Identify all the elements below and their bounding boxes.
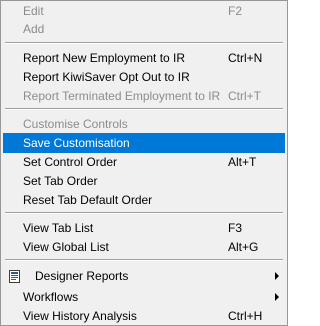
menu-item-label: Save Customisation bbox=[23, 136, 130, 150]
menu-item-set-control-order[interactable]: Set Control Order Alt+T bbox=[3, 152, 285, 172]
menu-item-label: Workflows bbox=[23, 290, 79, 304]
menu-item-label: View History Analysis bbox=[23, 309, 137, 323]
menu-item-add[interactable]: Add bbox=[3, 19, 285, 39]
menu-item-label: View Global List bbox=[23, 240, 109, 254]
menu-separator bbox=[5, 42, 283, 44]
menu-item-label: Report Terminated Employment to IR bbox=[23, 89, 221, 103]
menu-item-label: Edit bbox=[23, 4, 44, 18]
menu-item-save-customisation[interactable]: Save Customisation bbox=[3, 133, 285, 153]
menu-item-workflows[interactable]: Workflows bbox=[3, 287, 285, 307]
menu-item-label: Reset Tab Default Order bbox=[23, 193, 153, 207]
menu-item-shortcut: Ctrl+T bbox=[228, 89, 261, 103]
menu-item-label: View Tab List bbox=[23, 221, 94, 235]
menu-item-set-tab-order[interactable]: Set Tab Order bbox=[3, 171, 285, 191]
menu-item-view-global-list[interactable]: View Global List Alt+G bbox=[3, 237, 285, 257]
menu-item-report-new-employment[interactable]: Report New Employment to IR Ctrl+N bbox=[3, 48, 285, 68]
menu-item-label: Report New Employment to IR bbox=[23, 51, 186, 65]
menu-item-report-terminated-employment[interactable]: Report Terminated Employment to IR Ctrl+… bbox=[3, 86, 285, 106]
menu-separator bbox=[5, 212, 283, 214]
menu-item-label: Designer Reports bbox=[35, 269, 129, 283]
report-icon bbox=[9, 269, 20, 283]
menu-item-reset-tab-default-order[interactable]: Reset Tab Default Order bbox=[3, 190, 285, 210]
menu-item-customise-controls[interactable]: Customise Controls bbox=[3, 114, 285, 134]
menu-item-shortcut: F2 bbox=[228, 4, 243, 18]
menu-item-label: Set Tab Order bbox=[23, 174, 98, 188]
menu-item-label: Add bbox=[23, 22, 45, 36]
context-menu: Edit F2 Add Report New Employment to IR … bbox=[0, 0, 288, 326]
menu-item-shortcut: Ctrl+N bbox=[228, 51, 263, 65]
submenu-arrow-icon bbox=[275, 272, 279, 280]
menu-item-shortcut: Alt+G bbox=[228, 240, 259, 254]
submenu-arrow-icon bbox=[275, 293, 279, 301]
menu-separator bbox=[5, 108, 283, 110]
menu-item-view-history-analysis[interactable]: View History Analysis Ctrl+H bbox=[3, 306, 285, 326]
menu-item-view-tab-list[interactable]: View Tab List F3 bbox=[3, 218, 285, 238]
menu-item-designer-reports[interactable]: Designer Reports bbox=[3, 266, 285, 286]
menu-item-label: Report KiwiSaver Opt Out to IR bbox=[23, 70, 190, 84]
menu-item-shortcut: F3 bbox=[228, 221, 243, 235]
menu-item-label: Customise Controls bbox=[23, 117, 128, 131]
menu-item-shortcut: Alt+T bbox=[228, 155, 257, 169]
menu-item-shortcut: Ctrl+H bbox=[228, 309, 263, 323]
menu-separator bbox=[5, 259, 283, 261]
menu-item-edit[interactable]: Edit F2 bbox=[3, 1, 285, 21]
menu-item-label: Set Control Order bbox=[23, 155, 118, 169]
menu-item-report-kiwisaver-opt-out[interactable]: Report KiwiSaver Opt Out to IR bbox=[3, 67, 285, 87]
